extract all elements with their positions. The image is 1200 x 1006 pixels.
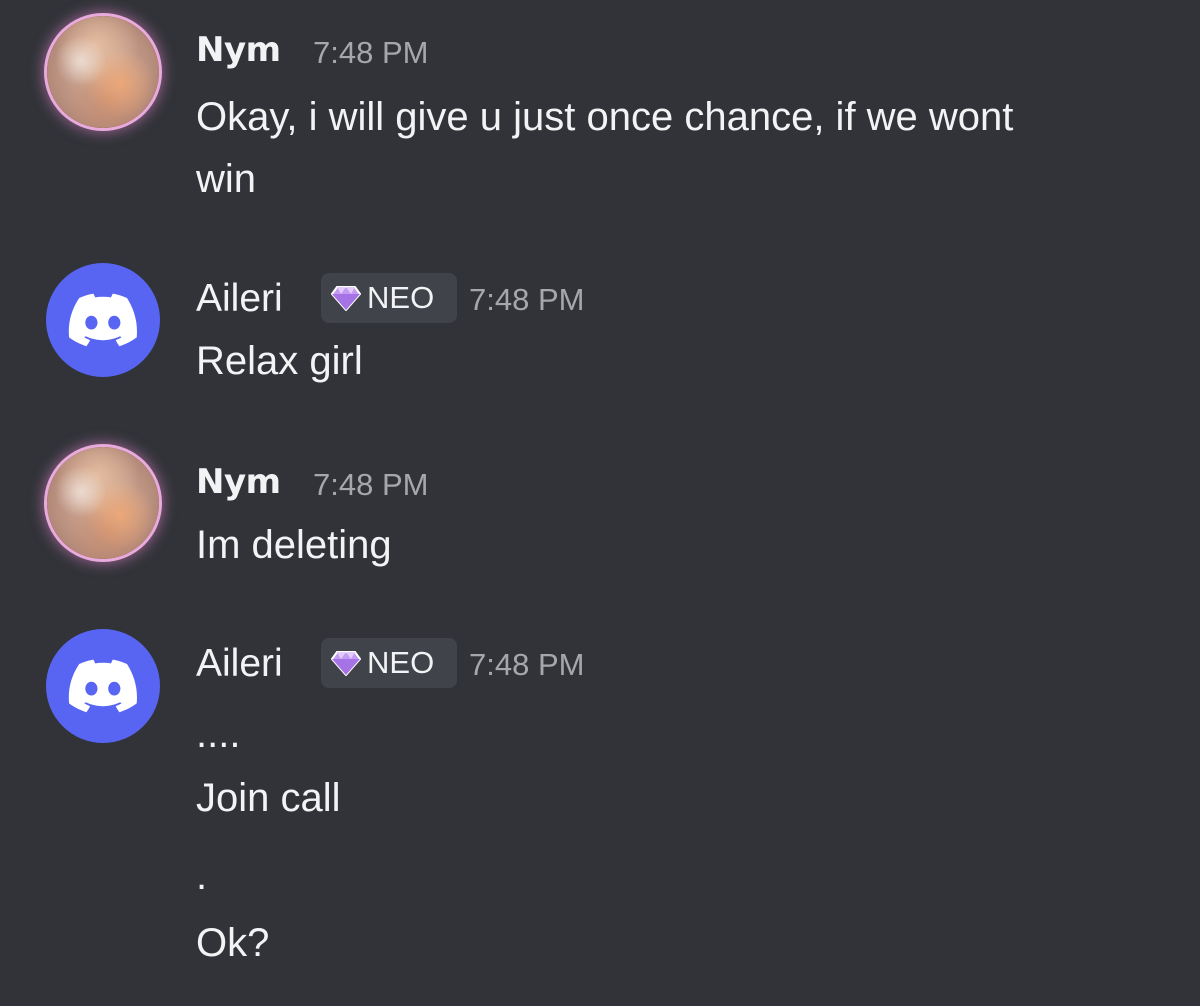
message-timestamp: 7:48 PM	[469, 282, 585, 317]
message-timestamp: 7:48 PM	[313, 467, 429, 502]
message-text-line: Ok?	[196, 921, 270, 965]
author-name[interactable]: Nym	[196, 462, 281, 502]
tag-label: NEO	[367, 645, 435, 680]
nym-avatar-icon[interactable]	[47, 16, 159, 128]
tag-label: NEO	[367, 280, 435, 315]
message-text-line: Relax girl	[196, 339, 363, 383]
message-text-line: Okay, i will give u just once chance, if…	[196, 95, 1014, 139]
author-name[interactable]: Aileri	[196, 642, 283, 686]
message-timestamp: 7:48 PM	[469, 647, 585, 682]
message-text-line: win	[196, 157, 257, 201]
author-name[interactable]: Nym	[196, 30, 281, 70]
discord-logo-icon[interactable]	[46, 263, 160, 377]
nym-avatar-icon[interactable]	[47, 447, 159, 559]
message-text-line: ....	[196, 712, 241, 756]
gem-icon	[331, 286, 361, 311]
author-name[interactable]: Aileri	[196, 277, 283, 321]
message-text-line: Im deleting	[196, 523, 392, 567]
message-text-line: .	[196, 854, 208, 898]
gem-icon	[331, 651, 361, 676]
server-tag-badge[interactable]: NEO	[321, 638, 457, 688]
message-text-line: Join call	[196, 776, 341, 820]
discord-logo-icon[interactable]	[46, 629, 160, 743]
discord-logo-icon	[68, 293, 137, 347]
discord-logo-icon	[68, 659, 137, 713]
message-timestamp: 7:48 PM	[313, 35, 429, 70]
server-tag-badge[interactable]: NEO	[321, 273, 457, 323]
